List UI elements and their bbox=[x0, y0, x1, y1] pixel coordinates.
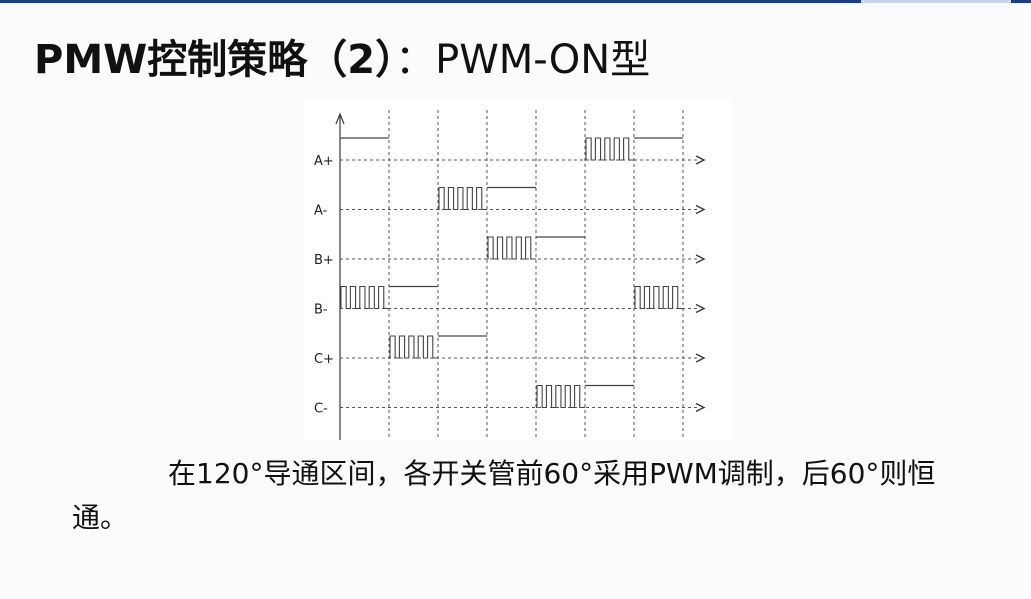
signal-pwm-segment bbox=[340, 285, 389, 310]
slide-title-sub: ：PWM-ON型 bbox=[395, 37, 651, 83]
timing-diagram-svg: A+ A- B+ B- C+ C- bbox=[314, 110, 706, 440]
row-arrow bbox=[695, 303, 706, 314]
signal-pwm-segment bbox=[487, 236, 536, 260]
row-label: B+ bbox=[314, 253, 334, 268]
row-arrow bbox=[695, 204, 706, 215]
signal-pwm-segment bbox=[585, 137, 634, 161]
pwm-timing-diagram: A+ A- B+ B- C+ C- bbox=[304, 100, 732, 440]
row-label: B- bbox=[314, 303, 328, 318]
row-arrow bbox=[695, 353, 706, 363]
row-arrow bbox=[695, 155, 706, 165]
row-label: C+ bbox=[314, 352, 334, 367]
signal-pwm-segment bbox=[438, 186, 487, 211]
slide-title-main: PMW控制策略（2） bbox=[34, 37, 396, 83]
signal-pwm-segment bbox=[634, 285, 683, 310]
row-arrow bbox=[695, 254, 706, 264]
slide-caption: 在120°导通区间，各开关管前60°采用PWM调制，后60°则恒通。 bbox=[72, 457, 936, 534]
row-arrow bbox=[695, 402, 706, 413]
top-accent-highlight bbox=[861, 0, 1011, 3]
row-label: C- bbox=[314, 402, 328, 417]
slide-title: PMW控制策略（2）：PWM-ON型 bbox=[34, 32, 650, 88]
signal-pwm-segment bbox=[536, 384, 585, 409]
row-label: A+ bbox=[314, 154, 334, 169]
signal-pwm-segment bbox=[389, 335, 438, 359]
row-label: A- bbox=[314, 204, 328, 219]
